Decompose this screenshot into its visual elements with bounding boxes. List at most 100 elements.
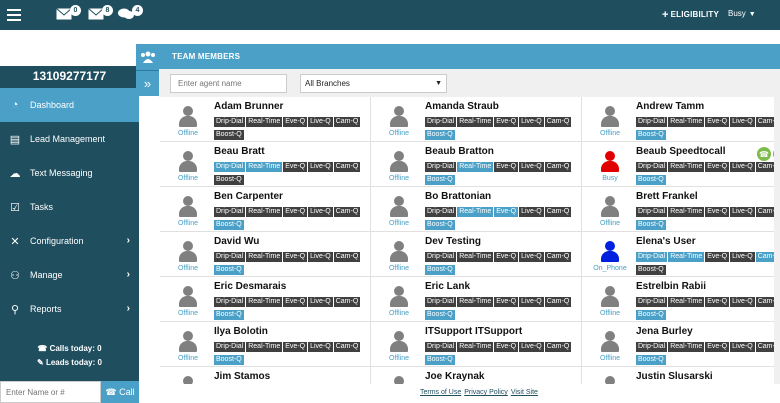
agent-card[interactable]: Offline Dev Testing Drip-Dial Real-Time Eve-…	[371, 232, 582, 277]
name-or-number-input[interactable]	[0, 381, 101, 403]
queue-tag[interactable]: Live-Q	[519, 342, 544, 352]
queue-tag[interactable]: Real-Time	[668, 162, 705, 172]
queue-tag[interactable]: Live-Q	[308, 207, 333, 217]
queue-tag[interactable]: Live-Q	[730, 297, 755, 307]
queue-tag[interactable]: Cam-Q	[333, 297, 361, 307]
agent-card[interactable]: On_Phone Elena's User Drip-Dial Real-Time Ev…	[582, 232, 780, 277]
sidebar-item-tasks[interactable]: ☑ Tasks	[0, 190, 139, 224]
queue-tag[interactable]: Drip-Dial	[636, 162, 668, 172]
queue-tag[interactable]: Live-Q	[308, 342, 333, 352]
agent-card[interactable]: Offline Adam Brunner Drip-Dial Real-Time Eve…	[160, 97, 371, 142]
queue-tag[interactable]: Real-Time	[246, 252, 283, 262]
queue-tag[interactable]: Eve-Q	[494, 207, 519, 217]
queue-tag[interactable]: Live-Q	[519, 162, 544, 172]
queue-tag[interactable]: Live-Q	[730, 207, 755, 217]
queue-tag[interactable]: Eve-Q	[705, 162, 730, 172]
agent-card[interactable]: Offline Ilya Bolotin Drip-Dial Real-Time Eve…	[160, 322, 371, 367]
sidebar-item-dashboard[interactable]: ◔ Dashboard	[0, 88, 139, 122]
queue-tag[interactable]: Live-Q	[519, 252, 544, 262]
queue-tag[interactable]: Real-Time	[668, 207, 705, 217]
queue-tag[interactable]: Live-Q	[308, 252, 333, 262]
agent-card[interactable]: OfflineJim Stamos	[160, 367, 371, 384]
collapse-panel-icon[interactable]: »	[136, 70, 159, 95]
branch-select[interactable]: All Branches ▼	[300, 74, 447, 93]
queue-tag[interactable]: Eve-Q	[494, 117, 519, 127]
queue-tag[interactable]: Eve-Q	[494, 252, 519, 262]
queue-tag[interactable]: Drip-Dial	[214, 342, 246, 352]
agent-grid-scrollbar[interactable]	[774, 97, 780, 384]
queue-tag[interactable]: Boost-Q	[214, 265, 244, 275]
terms-link[interactable]: Terms of Use	[420, 389, 461, 396]
queue-tag[interactable]: Eve-Q	[283, 342, 308, 352]
hamburger-menu-icon[interactable]	[7, 9, 21, 21]
queue-tag[interactable]: Drip-Dial	[214, 207, 246, 217]
agent-card[interactable]: Offline Ben Carpenter Drip-Dial Real-Time Ev…	[160, 187, 371, 232]
queue-tag[interactable]: Boost-Q	[636, 265, 666, 275]
queue-tag[interactable]: Real-Time	[246, 342, 283, 352]
team-users-icon[interactable]	[136, 44, 159, 69]
queue-tag[interactable]: Eve-Q	[494, 162, 519, 172]
queue-tag[interactable]: Real-Time	[246, 117, 283, 127]
queue-tag[interactable]: Cam-Q	[333, 117, 361, 127]
queue-tag[interactable]: Boost-Q	[636, 220, 666, 230]
queue-tag[interactable]: Live-Q	[519, 117, 544, 127]
queue-tag[interactable]: Real-Time	[457, 297, 494, 307]
queue-tag[interactable]: Boost-Q	[214, 220, 244, 230]
eligibility-button[interactable]: + ELIGIBILITY	[662, 9, 719, 21]
queue-tag[interactable]: Live-Q	[730, 162, 755, 172]
queue-tag[interactable]: Real-Time	[668, 342, 705, 352]
queue-tag[interactable]: Boost-Q	[425, 175, 455, 185]
queue-tag[interactable]: Real-Time	[457, 162, 494, 172]
sidebar-item-configuration[interactable]: ✕ Configuration ›	[0, 224, 139, 258]
queue-tag[interactable]: Real-Time	[457, 342, 494, 352]
queue-tag[interactable]: Eve-Q	[494, 342, 519, 352]
agent-card[interactable]: Offline Jena Burley Drip-Dial Real-Time Eve-…	[582, 322, 780, 367]
queue-tag[interactable]: Eve-Q	[705, 297, 730, 307]
queue-tag[interactable]: Real-Time	[246, 162, 283, 172]
agent-card[interactable]: Offline Eric Lank Drip-Dial Real-Time Eve-Q L…	[371, 277, 582, 322]
queue-tag[interactable]: Boost-Q	[425, 265, 455, 275]
queue-tag[interactable]: Boost-Q	[636, 130, 666, 140]
agent-card[interactable]: Offline Eric Desmarais Drip-Dial Real-Time E…	[160, 277, 371, 322]
queue-tag[interactable]: Live-Q	[308, 297, 333, 307]
queue-tag[interactable]: Boost-Q	[425, 220, 455, 230]
queue-tag[interactable]: Cam-Q	[544, 342, 572, 352]
queue-tag[interactable]: Real-Time	[457, 117, 494, 127]
queue-tag[interactable]: Drip-Dial	[636, 252, 668, 262]
queue-tag[interactable]: Cam-Q	[544, 117, 572, 127]
sidebar-item-lead-management[interactable]: ▤ Lead Management	[0, 122, 139, 156]
queue-tag[interactable]: Boost-Q	[214, 355, 244, 365]
privacy-link[interactable]: Privacy Policy	[464, 389, 508, 396]
queue-tag[interactable]: Drip-Dial	[214, 297, 246, 307]
queue-tag[interactable]: Real-Time	[246, 207, 283, 217]
agent-card[interactable]: Offline ITSupport ITSupport Drip-Dial Real-…	[371, 322, 582, 367]
visit-site-link[interactable]: Visit Site	[511, 389, 538, 396]
queue-tag[interactable]: Drip-Dial	[425, 297, 457, 307]
queue-tag[interactable]: Eve-Q	[705, 252, 730, 262]
queue-tag[interactable]: Cam-Q	[333, 207, 361, 217]
queue-tag[interactable]: Drip-Dial	[425, 162, 457, 172]
queue-tag[interactable]: Boost-Q	[636, 175, 666, 185]
queue-tag[interactable]: Eve-Q	[494, 297, 519, 307]
queue-tag[interactable]: Real-Time	[668, 117, 705, 127]
queue-tag[interactable]: Eve-Q	[283, 207, 308, 217]
queue-tag[interactable]: Cam-Q	[333, 252, 361, 262]
queue-tag[interactable]: Eve-Q	[283, 117, 308, 127]
queue-tag[interactable]: Cam-Q	[544, 252, 572, 262]
agent-card[interactable]: OfflineJoe Kraynak	[371, 367, 582, 384]
queue-tag[interactable]: Drip-Dial	[636, 207, 668, 217]
sidebar-item-manage[interactable]: ⚇ Manage ›	[0, 258, 139, 292]
agent-card[interactable]: OfflineJustin Slusarski	[582, 367, 780, 384]
queue-tag[interactable]: Drip-Dial	[425, 342, 457, 352]
queue-tag[interactable]: Eve-Q	[705, 207, 730, 217]
queue-tag[interactable]: Boost-Q	[214, 310, 244, 320]
queue-tag[interactable]: Drip-Dial	[425, 252, 457, 262]
queue-tag[interactable]: Live-Q	[519, 207, 544, 217]
queue-tag[interactable]: Cam-Q	[333, 342, 361, 352]
queue-tag[interactable]: Eve-Q	[705, 117, 730, 127]
sidebar-item-text-messaging[interactable]: ☁ Text Messaging	[0, 156, 139, 190]
call-button[interactable]: ☎ Call	[101, 381, 139, 403]
queue-tag[interactable]: Drip-Dial	[636, 342, 668, 352]
queue-tag[interactable]: Drip-Dial	[214, 252, 246, 262]
queue-tag[interactable]: Eve-Q	[705, 342, 730, 352]
